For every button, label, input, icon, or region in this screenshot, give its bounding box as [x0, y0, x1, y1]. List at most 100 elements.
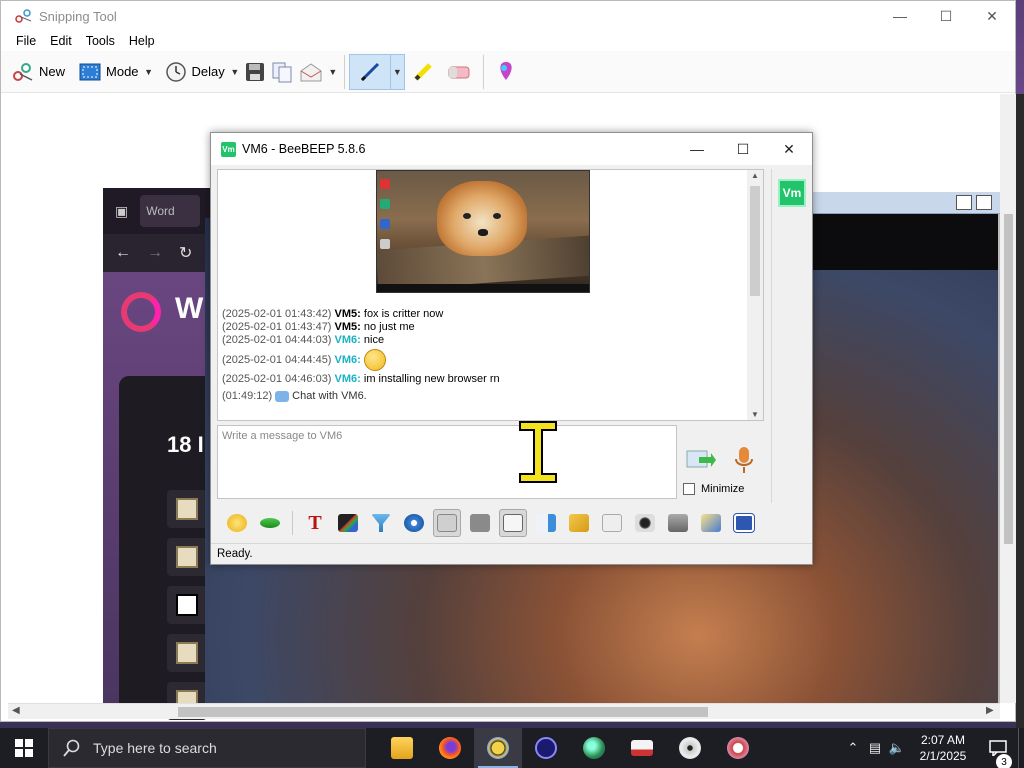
chat-message: (2025-02-01 04:44:03) VM6: nice	[222, 334, 385, 346]
scroll-left-arrow-icon[interactable]: ◀	[12, 705, 20, 716]
chat-scroll-up-icon[interactable]: ▲	[751, 171, 759, 180]
volume-muted-icon[interactable]: 🔈	[886, 740, 908, 756]
captured-minimize-icon	[956, 195, 972, 210]
send-message-icon[interactable]	[685, 447, 717, 473]
snip-vertical-scrollbar[interactable]	[1000, 94, 1016, 703]
pen-group: ▼	[348, 53, 405, 90]
action-center-button[interactable]: 3	[978, 740, 1018, 768]
snip-hscroll-thumb[interactable]	[178, 707, 708, 717]
firefox-taskbar-button[interactable]	[426, 728, 474, 768]
code-icon	[602, 514, 622, 532]
new-snip-button[interactable]: New	[9, 55, 68, 89]
snip-titlebar[interactable]: Snipping Tool — ☐ ✕	[1, 1, 1015, 31]
menu-edit[interactable]: Edit	[43, 34, 79, 48]
copy-snip-button[interactable]	[268, 55, 296, 89]
mail-taskbar-button[interactable]	[618, 728, 666, 768]
menu-help[interactable]: Help	[122, 34, 162, 48]
message-input[interactable]: Write a message to VM6	[217, 425, 677, 499]
chat-message: (2025-02-01 04:46:03) VM6: im installing…	[222, 373, 500, 385]
bee-icon	[487, 737, 509, 759]
disc-taskbar-button[interactable]	[666, 728, 714, 768]
spellcheck-button[interactable]	[466, 509, 494, 537]
send-file-button[interactable]	[532, 509, 560, 537]
file-explorer-taskbar-button[interactable]	[378, 728, 426, 768]
minimize-checkbox[interactable]	[683, 483, 695, 495]
menu-file[interactable]: File	[9, 34, 43, 48]
screenshot-button[interactable]	[631, 509, 659, 537]
start-button[interactable]	[0, 728, 48, 768]
taskbar-search-box[interactable]: Type here to search	[48, 728, 366, 768]
chat-message: (2025-02-01 04:44:45) VM6:	[222, 347, 500, 373]
highlighter-button[interactable]	[409, 55, 439, 89]
beebeep-minimize-button[interactable]: —	[674, 133, 720, 165]
snipping-tool-taskbar-button[interactable]	[714, 728, 762, 768]
menu-tools[interactable]: Tools	[79, 34, 122, 48]
beebeep-taskbar-button[interactable]	[474, 728, 522, 768]
clear-button[interactable]	[664, 509, 692, 537]
beebeep-close-button[interactable]: ✕	[766, 133, 812, 165]
chat-scroll-down-icon[interactable]: ▼	[751, 410, 759, 419]
paint3d-icon	[500, 61, 512, 80]
filter-button[interactable]	[367, 509, 395, 537]
captured-dark-panel	[810, 210, 1000, 270]
eraser-button[interactable]	[443, 55, 475, 89]
grinning-sweat-emoji-icon	[363, 349, 386, 372]
beebeep-app-icon: Vm	[221, 141, 236, 157]
csi-taskbar-button[interactable]	[522, 728, 570, 768]
font-button[interactable]: T	[301, 509, 329, 537]
chat-scroll-thumb[interactable]	[750, 186, 760, 296]
minimize-option[interactable]: Minimize	[683, 483, 744, 495]
note-button[interactable]	[697, 509, 725, 537]
delay-button[interactable]: Delay	[162, 55, 228, 89]
back-arrow-icon: ←	[115, 244, 131, 261]
html-button[interactable]	[598, 509, 626, 537]
mode-button[interactable]: Mode	[76, 55, 142, 89]
search-icon	[63, 739, 80, 757]
save-snip-button[interactable]	[242, 55, 268, 89]
show-hidden-icons-chevron-icon[interactable]: ⌃	[842, 740, 864, 756]
scroll-right-arrow-icon[interactable]: ▶	[986, 705, 994, 716]
user-avatar[interactable]: Vm	[778, 179, 806, 207]
save-chat-icon	[437, 514, 457, 532]
microphone-icon[interactable]	[733, 445, 755, 475]
network-icon[interactable]: ▤	[864, 740, 886, 756]
send-dropdown-caret[interactable]: ▼	[326, 55, 340, 89]
beebeep-titlebar[interactable]: Vm VM6 - BeeBEEP 5.8.6 — ☐ ✕	[211, 133, 812, 165]
document-icon	[503, 514, 523, 532]
paint3d-button[interactable]	[492, 55, 520, 89]
trash-icon	[668, 514, 688, 532]
browser-taskbar-button[interactable]	[570, 728, 618, 768]
settings-button[interactable]	[400, 509, 428, 537]
color-button[interactable]	[334, 509, 362, 537]
emoticon-button[interactable]	[223, 509, 251, 537]
save-chat-button[interactable]	[433, 509, 461, 537]
delay-dropdown-caret[interactable]: ▼	[228, 55, 242, 89]
show-desktop-button[interactable]	[1018, 728, 1024, 768]
collapse-button[interactable]	[256, 509, 284, 537]
snip-maximize-button[interactable]: ☐	[923, 1, 969, 31]
attach-file-button[interactable]	[499, 509, 527, 537]
snip-horizontal-scrollbar[interactable]: ◀ ▶	[8, 703, 1000, 719]
snip-vscroll-thumb[interactable]	[1004, 214, 1013, 544]
send-snip-button[interactable]	[296, 55, 326, 89]
pen-icon	[360, 62, 379, 81]
beebeep-maximize-button[interactable]: ☐	[720, 133, 766, 165]
snip-minimize-button[interactable]: —	[877, 1, 923, 31]
captured-page: W 18 I	[103, 272, 213, 720]
save-as-button[interactable]	[730, 509, 758, 537]
snip-close-button[interactable]: ✕	[969, 1, 1015, 31]
captured-icon-1	[167, 490, 207, 528]
chat-scrollbar[interactable]: ▲ ▼	[747, 170, 763, 420]
mode-dropdown-caret[interactable]: ▼	[142, 55, 156, 89]
highlighter-icon	[414, 62, 432, 81]
chat-history[interactable]: (2025-02-01 01:43:42) VM5: fox is critte…	[217, 169, 764, 421]
send-folder-button[interactable]	[565, 509, 593, 537]
taskbar-clock[interactable]: 2:07 AM 2/1/2025	[908, 732, 978, 764]
shared-screenshot-image[interactable]	[376, 170, 590, 293]
notification-badge: 3	[996, 754, 1012, 768]
floppy-icon	[733, 513, 755, 533]
pen-dropdown-caret[interactable]: ▼	[389, 54, 404, 89]
send-email-icon	[300, 62, 322, 81]
pen-button[interactable]	[350, 55, 390, 89]
folder-icon	[391, 737, 413, 759]
